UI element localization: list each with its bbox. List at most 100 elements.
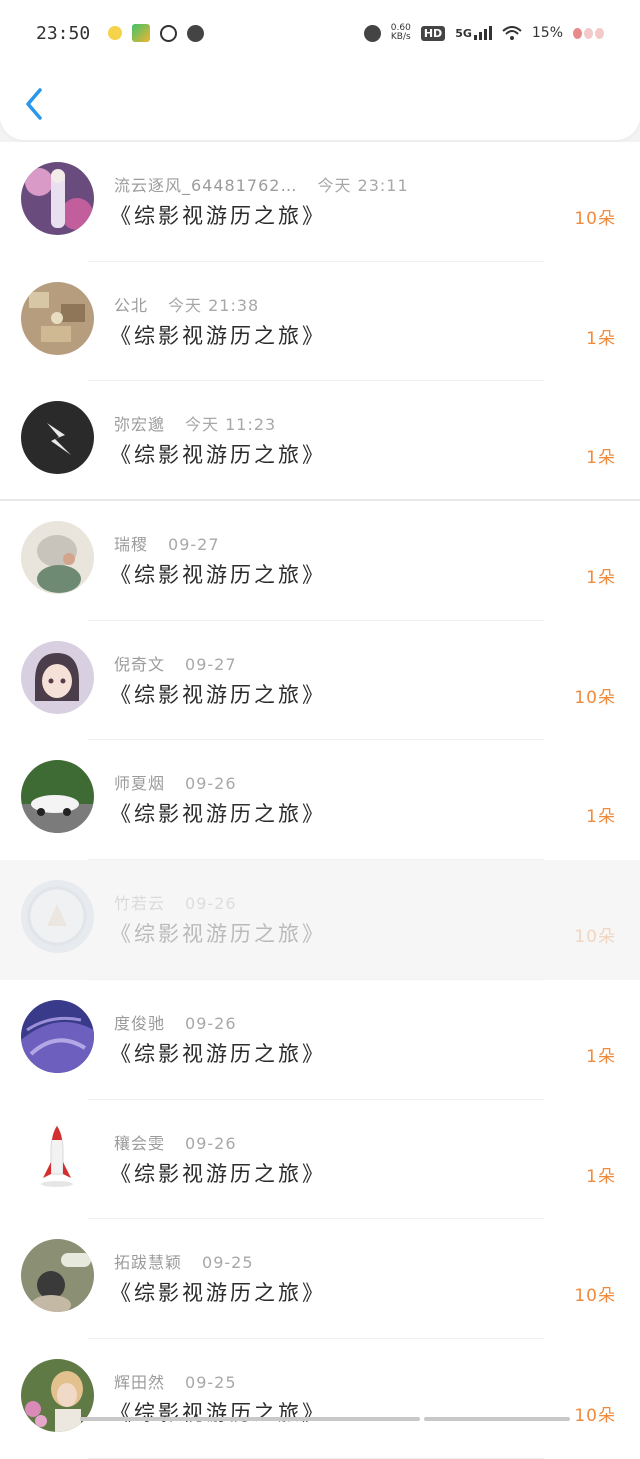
network-type-label: 5G [455, 27, 472, 40]
signal-strength-icon [474, 26, 492, 40]
scroll-indicator [424, 1417, 570, 1421]
gift-time: 09-26 [185, 1014, 237, 1033]
sender-name[interactable]: 弥宏邈 [114, 415, 165, 434]
sender-name[interactable]: 辉田然 [114, 1373, 165, 1392]
sender-name[interactable]: 拓跋慧颖 [114, 1253, 182, 1272]
avatar[interactable] [21, 401, 94, 474]
gift-time: 今天 23:11 [317, 176, 408, 195]
sender-meta: 师夏烟 09-26 [114, 770, 237, 794]
sender-meta: 度俊驰 09-26 [114, 1010, 237, 1034]
gift-time: 09-27 [185, 655, 237, 674]
sender-meta: 拓跋慧颖 09-25 [114, 1249, 254, 1273]
alarm-icon [364, 25, 381, 42]
sender-meta: 公北 今天 21:38 [114, 292, 259, 316]
sender-name[interactable]: 倪奇文 [114, 655, 165, 674]
list-item[interactable]: 师夏烟 09-26 《综影视游历之旅》 1朵 [0, 740, 640, 860]
avatar[interactable] [21, 282, 94, 355]
work-title[interactable]: 《综影视游历之旅》 [110, 798, 326, 828]
gift-list: 流云逐风_64481762…今天 23:11 《综影视游历之旅》 10朵 公北今… [0, 142, 640, 1459]
sender-meta: 倪奇文 09-27 [114, 651, 237, 675]
scroll-indicator [80, 1417, 420, 1421]
avatar[interactable] [21, 1239, 94, 1312]
avatar[interactable] [21, 760, 94, 833]
list-item[interactable]: 弥宏邈 今天 11:23 《综影视游历之旅》 1朵 [0, 381, 640, 501]
list-item[interactable]: 公北 今天 21:38 《综影视游历之旅》 1朵 [0, 262, 640, 382]
sender-name[interactable]: 流云逐风_64481762… [114, 176, 297, 195]
network-type: 5G [455, 26, 492, 40]
gift-amount: 1朵 [586, 1162, 616, 1187]
gift-time: 09-25 [202, 1253, 254, 1272]
gift-time: 今天 21:38 [168, 296, 259, 315]
network-speed: 0.60 KB/s [391, 24, 411, 42]
gift-amount: 10朵 [574, 922, 616, 947]
sender-meta: 辉田然 09-25 [114, 1369, 237, 1393]
browser-icon [160, 25, 177, 42]
gift-amount: 10朵 [574, 1281, 616, 1306]
list-item[interactable]: 竹若云 09-26 《综影视游历之旅》 10朵 [0, 860, 640, 980]
sender-meta: 弥宏邈 今天 11:23 [114, 411, 276, 435]
sender-name[interactable]: 度俊驰 [114, 1014, 165, 1033]
work-title[interactable]: 《综影视游历之旅》 [110, 559, 326, 589]
gift-amount: 1朵 [586, 802, 616, 827]
status-right: 0.60 KB/s HD 5G 15% [364, 24, 604, 42]
work-title[interactable]: 《综影视游历之旅》 [110, 320, 326, 350]
network-speed-unit: KB/s [391, 32, 411, 42]
sender-name[interactable]: 师夏烟 [114, 774, 165, 793]
sender-meta: 流云逐风_64481762… 今天 23:11 [114, 172, 409, 196]
work-title[interactable]: 《综影视游历之旅》 [110, 439, 326, 469]
gift-amount: 10朵 [574, 204, 616, 229]
gift-amount: 10朵 [574, 683, 616, 708]
list-item[interactable]: 辉田然 09-25 《综影视游历之旅》 10朵 [0, 1339, 640, 1459]
app-notification-icon [108, 26, 122, 40]
sender-name[interactable]: 竹若云 [114, 894, 165, 913]
gift-time: 09-27 [168, 535, 220, 554]
sender-meta: 竹若云 09-26 [114, 890, 237, 914]
work-title[interactable]: 《综影视游历之旅》 [110, 679, 326, 709]
gift-amount: 1朵 [586, 1042, 616, 1067]
work-title[interactable]: 《综影视游历之旅》 [110, 1038, 326, 1068]
avatar[interactable] [21, 521, 94, 594]
list-item[interactable]: 倪奇文 09-27 《综影视游历之旅》 10朵 [0, 621, 640, 741]
gift-time: 今天 11:23 [185, 415, 276, 434]
wifi-icon [502, 26, 522, 40]
sender-meta: 瑞稷 09-27 [114, 531, 220, 555]
battery-icon [573, 28, 604, 39]
list-item[interactable]: 拓跋慧颖 09-25 《综影视游历之旅》 10朵 [0, 1219, 640, 1339]
work-title[interactable]: 《综影视游历之旅》 [110, 1277, 326, 1307]
battery-level: 15% [532, 25, 563, 41]
gift-time: 09-25 [185, 1373, 237, 1392]
status-bar: 23:50 0.60 KB/s HD 5G 15% [0, 0, 640, 66]
avatar[interactable] [21, 162, 94, 235]
work-title[interactable]: 《综影视游历之旅》 [110, 1158, 326, 1188]
sender-meta: 穰会雯 09-26 [114, 1130, 237, 1154]
list-item[interactable]: 瑞稷 09-27 《综影视游历之旅》 1朵 [0, 501, 640, 621]
status-left: 23:50 [36, 23, 204, 44]
list-item[interactable]: 流云逐风_64481762… 今天 23:11 《综影视游历之旅》 10朵 [0, 142, 640, 262]
work-title[interactable]: 《综影视游历之旅》 [110, 1397, 326, 1427]
list-item[interactable]: 度俊驰 09-26 《综影视游历之旅》 1朵 [0, 980, 640, 1100]
sender-name[interactable]: 公北 [114, 296, 148, 315]
gift-amount: 1朵 [586, 563, 616, 588]
sender-name[interactable]: 穰会雯 [114, 1134, 165, 1153]
avatar[interactable] [21, 880, 94, 953]
chevron-left-icon [18, 86, 52, 122]
hd-badge: HD [421, 26, 445, 41]
status-time: 23:50 [36, 23, 90, 44]
work-title[interactable]: 《综影视游历之旅》 [110, 200, 326, 230]
gift-time: 09-26 [185, 1134, 237, 1153]
back-button[interactable] [18, 86, 52, 122]
avatar[interactable] [21, 1000, 94, 1073]
gift-amount: 1朵 [586, 443, 616, 468]
avatar[interactable] [21, 1120, 94, 1193]
page-header [0, 66, 640, 140]
work-title[interactable]: 《综影视游历之旅》 [110, 918, 326, 948]
gift-time: 09-26 [185, 894, 237, 913]
gift-time: 09-26 [185, 774, 237, 793]
gift-amount: 10朵 [574, 1401, 616, 1426]
sender-name[interactable]: 瑞稷 [114, 535, 148, 554]
list-item[interactable]: 穰会雯 09-26 《综影视游历之旅》 1朵 [0, 1100, 640, 1220]
avatar[interactable] [21, 641, 94, 714]
video-app-icon [132, 24, 150, 42]
alarm-clock-icon [187, 25, 204, 42]
gift-amount: 1朵 [586, 324, 616, 349]
